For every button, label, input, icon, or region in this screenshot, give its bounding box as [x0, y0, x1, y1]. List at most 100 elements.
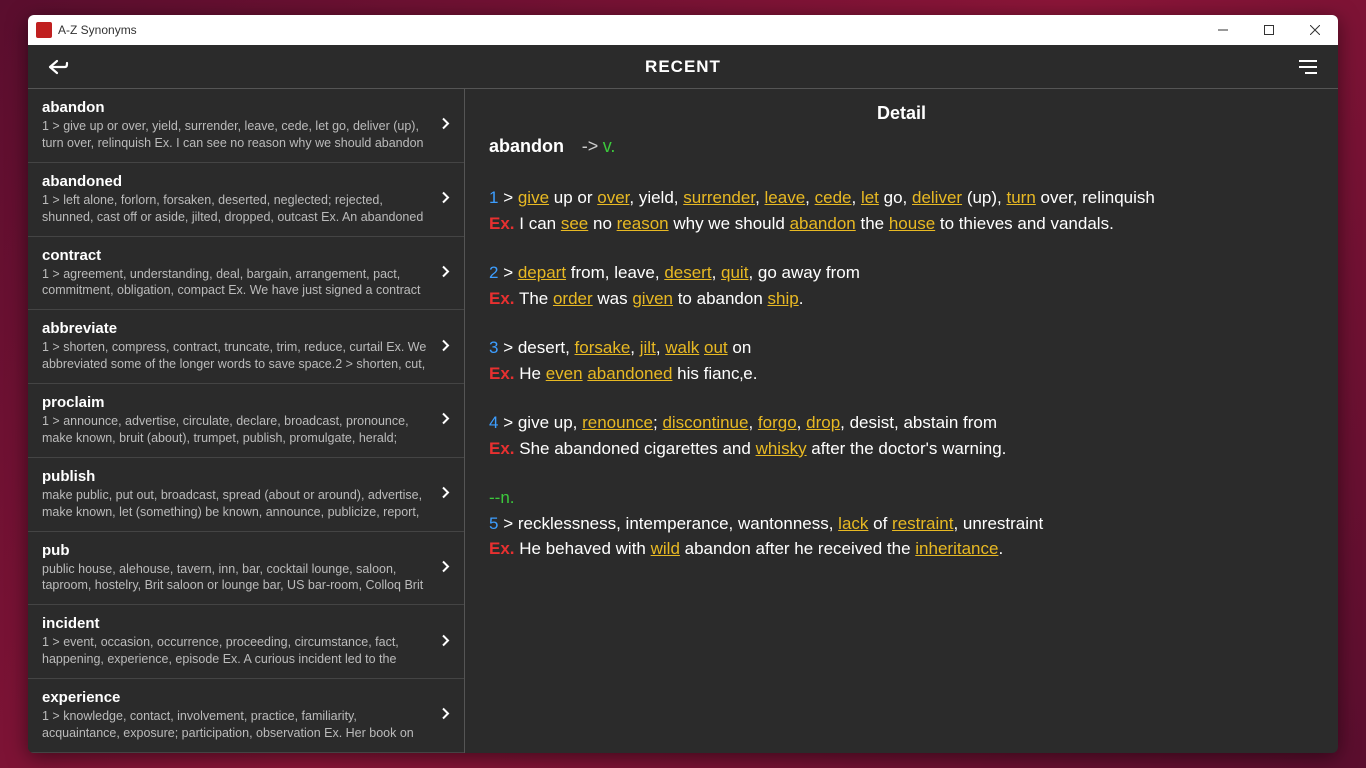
synonym-link[interactable]: lack: [838, 514, 868, 533]
synonym-link[interactable]: cede: [815, 188, 852, 207]
list-item[interactable]: abandoned 1 > left alone, forlorn, forsak…: [28, 163, 464, 237]
synonym-link[interactable]: see: [561, 214, 588, 233]
synonym-link[interactable]: order: [553, 289, 593, 308]
list-item[interactable]: experience 1 > knowledge, contact, involv…: [28, 679, 464, 753]
list-item-desc: public house, alehouse, tavern, inn, bar…: [42, 561, 450, 595]
synonym-link[interactable]: discontinue: [662, 413, 748, 432]
chevron-right-icon: [442, 560, 450, 575]
synonym-link[interactable]: abandon: [790, 214, 856, 233]
detail-word: abandon: [489, 136, 564, 156]
page-title: RECENT: [78, 57, 1288, 77]
synonym-link[interactable]: even: [546, 364, 583, 383]
chevron-right-icon: [442, 708, 450, 723]
synonym-link[interactable]: surrender: [683, 188, 755, 207]
synonym-link[interactable]: forsake: [575, 338, 631, 357]
example-line: Ex. The order was given to abandon ship.: [489, 286, 1314, 312]
list-item-desc: 1 > shorten, compress, contract, truncat…: [42, 339, 450, 373]
sidebar[interactable]: abandon 1 > give up or over, yield, surre…: [28, 89, 465, 753]
list-item-title: experience: [42, 689, 450, 706]
synonym-link[interactable]: restraint: [892, 514, 953, 533]
sense-line: 4 > give up, renounce; discontinue, forg…: [489, 410, 1314, 436]
list-item[interactable]: proclaim 1 > announce, advertise, circula…: [28, 384, 464, 458]
chevron-right-icon: [442, 339, 450, 354]
sense-line: 3 > desert, forsake, jilt, walk out on: [489, 335, 1314, 361]
chevron-right-icon: [442, 413, 450, 428]
list-item-title: publish: [42, 468, 450, 485]
synonym-link[interactable]: reason: [617, 214, 669, 233]
synonym-link[interactable]: let: [861, 188, 879, 207]
synonym-link[interactable]: out: [704, 338, 728, 357]
list-item[interactable]: abbreviate 1 > shorten, compress, contrac…: [28, 310, 464, 384]
list-item-desc: 1 > announce, advertise, circulate, decl…: [42, 413, 450, 447]
synonym-link[interactable]: given: [632, 289, 673, 308]
list-item-desc: make public, put out, broadcast, spread …: [42, 487, 450, 521]
synonym-link[interactable]: give: [518, 188, 549, 207]
synonym-link[interactable]: leave: [765, 188, 806, 207]
example-label: Ex.: [489, 439, 515, 458]
example-line: Ex. I can see no reason why we should ab…: [489, 211, 1314, 237]
chevron-right-icon: [442, 265, 450, 280]
sense-line: 2 > depart from, leave, desert, quit, go…: [489, 260, 1314, 286]
synonym-link[interactable]: ship: [768, 289, 799, 308]
detail-panel: Detail abandon -> v. 1 > give up or over…: [465, 89, 1338, 753]
menu-button[interactable]: [1288, 49, 1328, 85]
list-item-desc: 1 > event, occasion, occurrence, proceed…: [42, 634, 450, 668]
list-item[interactable]: incident 1 > event, occasion, occurrence,…: [28, 605, 464, 679]
list-item-title: incident: [42, 615, 450, 632]
chevron-right-icon: [442, 634, 450, 649]
arrow-icon: ->: [582, 136, 599, 156]
synonym-link[interactable]: drop: [806, 413, 840, 432]
list-item[interactable]: publish make public, put out, broadcast, …: [28, 458, 464, 532]
chevron-right-icon: [442, 118, 450, 133]
example-label: Ex.: [489, 289, 515, 308]
synonym-link[interactable]: forgo: [758, 413, 797, 432]
synonym-link[interactable]: wild: [651, 539, 680, 558]
list-item-desc: 1 > give up or over, yield, surrender, l…: [42, 118, 450, 152]
synonym-link[interactable]: deliver: [912, 188, 962, 207]
synonym-link[interactable]: over: [597, 188, 629, 207]
synonym-link[interactable]: whisky: [756, 439, 807, 458]
maximize-button[interactable]: [1246, 15, 1292, 45]
list-item-title: proclaim: [42, 394, 450, 411]
synonym-link[interactable]: walk: [665, 338, 699, 357]
list-item-desc: 1 > agreement, understanding, deal, barg…: [42, 266, 450, 300]
list-item-title: pub: [42, 542, 450, 559]
example-label: Ex.: [489, 539, 515, 558]
minimize-button[interactable]: [1200, 15, 1246, 45]
synonym-link[interactable]: house: [889, 214, 935, 233]
list-item[interactable]: contract 1 > agreement, understanding, de…: [28, 237, 464, 311]
example-line: Ex. He even abandoned his fianc‚e.: [489, 361, 1314, 387]
close-button[interactable]: [1292, 15, 1338, 45]
content-area: abandon 1 > give up or over, yield, surre…: [28, 89, 1338, 753]
list-item-title: abbreviate: [42, 320, 450, 337]
detail-word-line: abandon -> v.: [489, 136, 1314, 157]
synonym-link[interactable]: inheritance: [915, 539, 998, 558]
chevron-right-icon: [442, 487, 450, 502]
list-item-title: abandoned: [42, 173, 450, 190]
list-item[interactable]: abandon 1 > give up or over, yield, surre…: [28, 89, 464, 163]
detail-header: Detail: [489, 103, 1314, 124]
sense-line: 1 > give up or over, yield, surrender, l…: [489, 185, 1314, 211]
synonym-link[interactable]: abandoned: [587, 364, 672, 383]
list-item-title: contract: [42, 247, 450, 264]
list-item-title: abandon: [42, 99, 450, 116]
sense-group: 4 > give up, renounce; discontinue, forg…: [489, 410, 1314, 461]
synonym-link[interactable]: quit: [721, 263, 748, 282]
list-item-desc: 1 > left alone, forlorn, forsaken, deser…: [42, 192, 450, 226]
sense-group: 1 > give up or over, yield, surrender, l…: [489, 185, 1314, 236]
synonym-link[interactable]: jilt: [640, 338, 656, 357]
list-item-desc: 1 > knowledge, contact, involvement, pra…: [42, 708, 450, 742]
back-button[interactable]: [38, 49, 78, 85]
synonym-link[interactable]: desert: [664, 263, 711, 282]
example-label: Ex.: [489, 214, 515, 233]
sense-group: 3 > desert, forsake, jilt, walk out onEx…: [489, 335, 1314, 386]
sense-group: 2 > depart from, leave, desert, quit, go…: [489, 260, 1314, 311]
app-window: A-Z Synonyms RECENT abandon1 > give up o…: [28, 15, 1338, 753]
synonym-link[interactable]: renounce: [582, 413, 653, 432]
synonym-link[interactable]: depart: [518, 263, 566, 282]
app-header: RECENT: [28, 45, 1338, 89]
synonym-link[interactable]: turn: [1007, 188, 1036, 207]
detail-body: 1 > give up or over, yield, surrender, l…: [489, 185, 1314, 562]
example-label: Ex.: [489, 364, 515, 383]
list-item[interactable]: pub public house, alehouse, tavern, inn, …: [28, 532, 464, 606]
